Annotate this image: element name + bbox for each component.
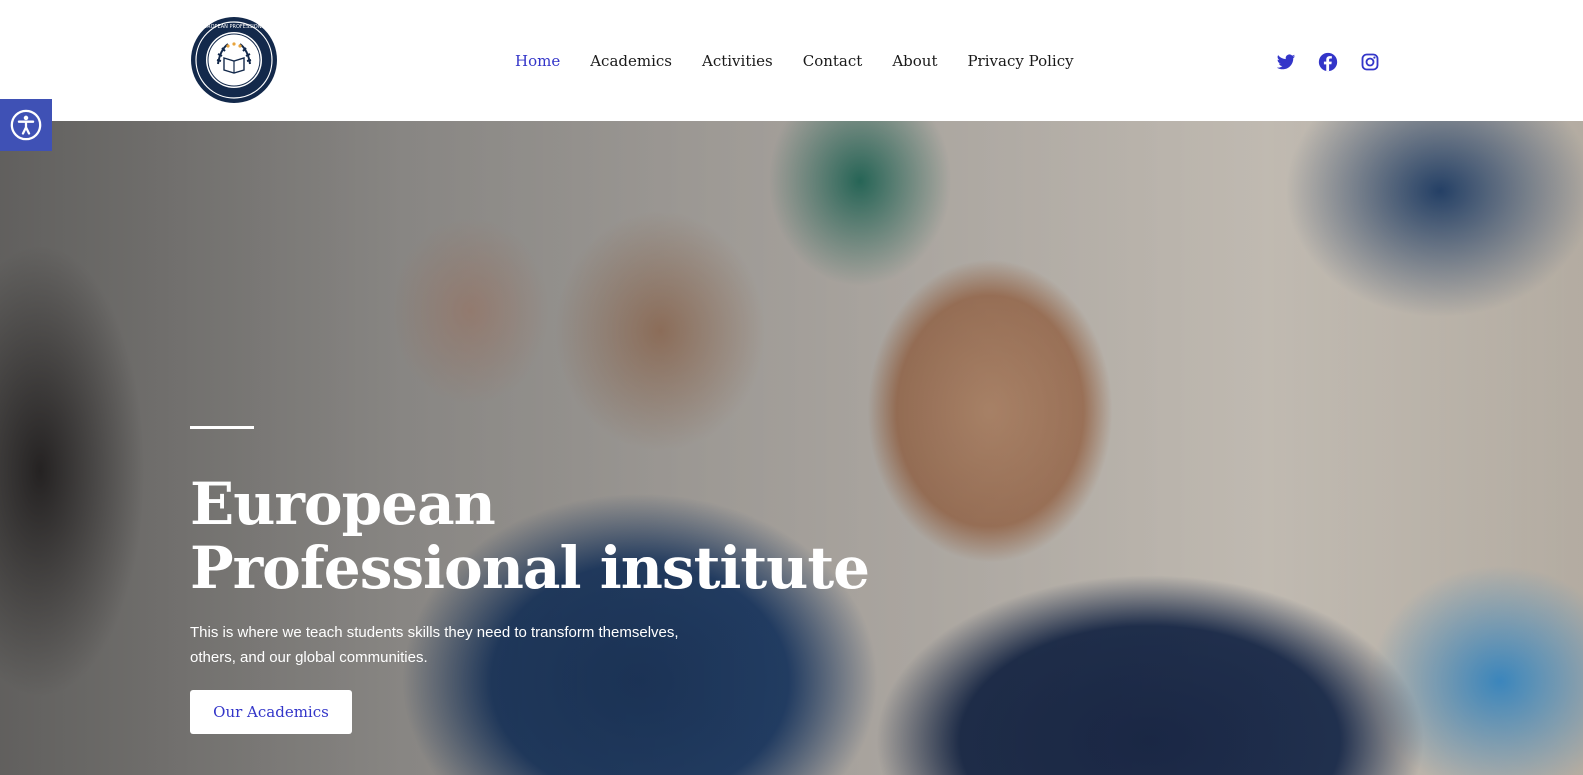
facebook-icon[interactable] [1318, 52, 1338, 72]
nav-about[interactable]: About [877, 50, 952, 72]
hero-description: This is where we teach students skills t… [190, 624, 679, 666]
accessibility-icon [10, 109, 42, 141]
hero-divider [190, 426, 254, 429]
site-logo[interactable]: EUROPEAN PROFESSIONAL [190, 16, 278, 104]
nav-activities[interactable]: Activities [687, 50, 788, 72]
social-links [1276, 52, 1380, 72]
instagram-icon[interactable] [1360, 52, 1380, 72]
hero-title: European Professional institute [190, 472, 890, 600]
main-nav: Home Academics Activities Contact About … [500, 50, 1089, 72]
twitter-icon[interactable] [1276, 52, 1296, 72]
logo-arc-text: EUROPEAN PROFESSIONAL [200, 24, 268, 30]
nav-privacy-policy[interactable]: Privacy Policy [952, 50, 1088, 72]
our-academics-button[interactable]: Our Academics [190, 690, 352, 734]
nav-academics[interactable]: Academics [575, 50, 687, 72]
hero-section: European Professional institute This is … [0, 121, 1583, 775]
accessibility-toggle-button[interactable] [0, 99, 52, 151]
book-laurel-crest-icon: EUROPEAN PROFESSIONAL [191, 17, 277, 103]
hero-image-overlay [0, 121, 1583, 775]
nav-home[interactable]: Home [500, 50, 575, 72]
hero-title-line-1: European [190, 470, 496, 538]
nav-contact[interactable]: Contact [788, 50, 878, 72]
hero-title-line-2: Professional institute [190, 534, 870, 602]
site-header: EUROPEAN PROFESSIONAL Home Academics Act… [0, 0, 1583, 121]
